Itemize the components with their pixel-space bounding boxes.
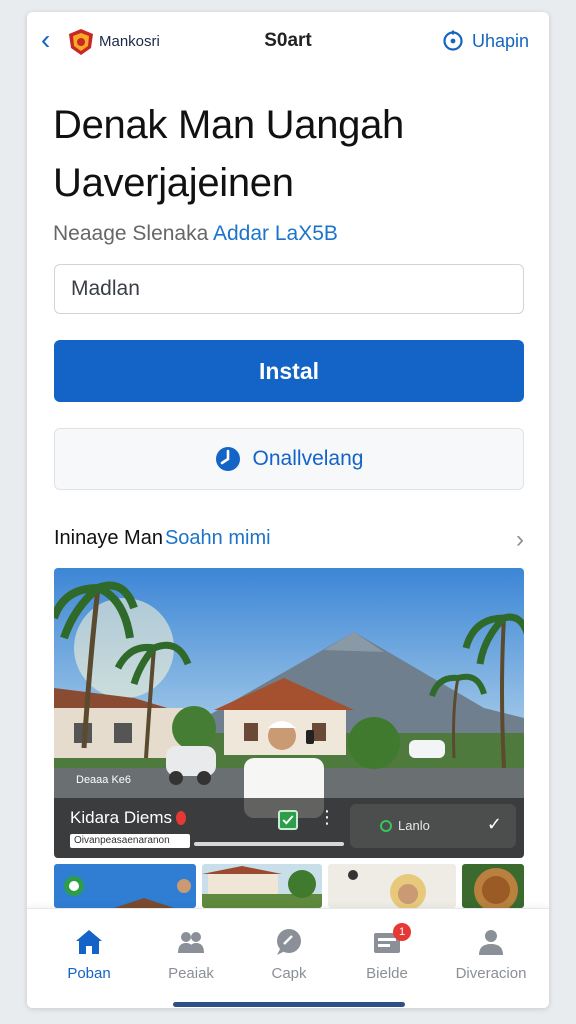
tab-label: Capk <box>271 965 307 982</box>
section-heading: Ininaye Man <box>54 526 163 549</box>
tab-label: Diveracion <box>455 965 527 982</box>
top-bar: ‹ Mankosri S0art Uhapin <box>27 12 549 72</box>
tab-label: Bielde <box>366 965 408 982</box>
subtitle-highlight[interactable]: Addar LaX5B <box>213 222 338 245</box>
notification-badge: 1 <box>393 923 411 941</box>
hero-sub: Oivanpeasaenaranon <box>70 834 190 848</box>
update-label: Uhapin <box>471 30 529 51</box>
section-link[interactable]: Soahn mimi <box>165 527 271 550</box>
section-header: Ininaye Man Soahn mimi › <box>54 524 524 554</box>
more-icon[interactable]: ⋮ <box>318 808 336 826</box>
pill-label: Lanlo <box>398 818 430 833</box>
chat-icon <box>277 929 301 955</box>
name-input[interactable] <box>54 264 524 314</box>
hero-caption: Kidara Diems Oivanpeasaenaranon ⋮ Lanlo … <box>54 798 524 858</box>
page-heading: Denak Man Uangah Uaverjajeinen <box>53 103 404 205</box>
person-icon <box>479 930 503 955</box>
hero-progress <box>194 842 344 846</box>
hero-name: Kidara Diems <box>70 808 187 828</box>
home-icon <box>76 930 102 954</box>
tab-label: Peaiak <box>168 965 214 982</box>
thumbnail-1[interactable] <box>54 864 196 908</box>
page-subtitle: Neaage Slenaka Addar LaX5B <box>53 222 338 246</box>
check-icon[interactable] <box>278 810 298 830</box>
online-icon <box>380 820 392 832</box>
thumbnail-4[interactable] <box>462 864 524 908</box>
home-indicator[interactable] <box>173 1002 405 1007</box>
update-icon <box>443 30 463 51</box>
thumbnail-strip <box>54 864 524 908</box>
check-mark-icon: ✓ <box>486 814 502 834</box>
tab-profile[interactable]: Diveracion <box>441 927 541 982</box>
featured-card[interactable]: Deaaa Ke6 Kidara Diems Oivanpeasaenarano… <box>54 568 524 858</box>
status-dot-icon <box>176 811 187 825</box>
secondary-button[interactable]: Onallvelang <box>54 428 524 490</box>
tab-people[interactable]: Peaiak <box>141 927 241 982</box>
chevron-right-icon[interactable]: › <box>516 526 524 554</box>
thumbnail-2[interactable] <box>202 864 322 908</box>
subtitle-text: Neaage Slenaka <box>53 222 209 245</box>
update-button[interactable]: Uhapin <box>442 30 529 52</box>
thumbnail-3[interactable] <box>328 864 456 908</box>
hero-action-pill[interactable]: Lanlo ✓ <box>350 804 516 848</box>
install-button[interactable]: Instal <box>54 340 524 402</box>
hero-name-text: Kidara Diems <box>70 808 173 827</box>
clock-icon <box>215 447 240 471</box>
tab-inbox[interactable]: 1 Bielde <box>337 923 437 982</box>
bottom-tab-bar: Poban Peaiak Capk 1 Bielde Diveracion <box>27 908 549 1008</box>
tab-label: Poban <box>67 965 111 982</box>
hero-tag: Deaaa Ke6 <box>76 774 132 786</box>
tab-chat[interactable]: Capk <box>239 927 339 982</box>
phone-screen: ‹ Mankosri S0art Uhapin Denak Man Uangah… <box>27 12 549 1008</box>
people-icon <box>178 932 204 953</box>
secondary-label: Onallvelang <box>252 447 364 470</box>
tab-home[interactable]: Poban <box>39 927 139 982</box>
